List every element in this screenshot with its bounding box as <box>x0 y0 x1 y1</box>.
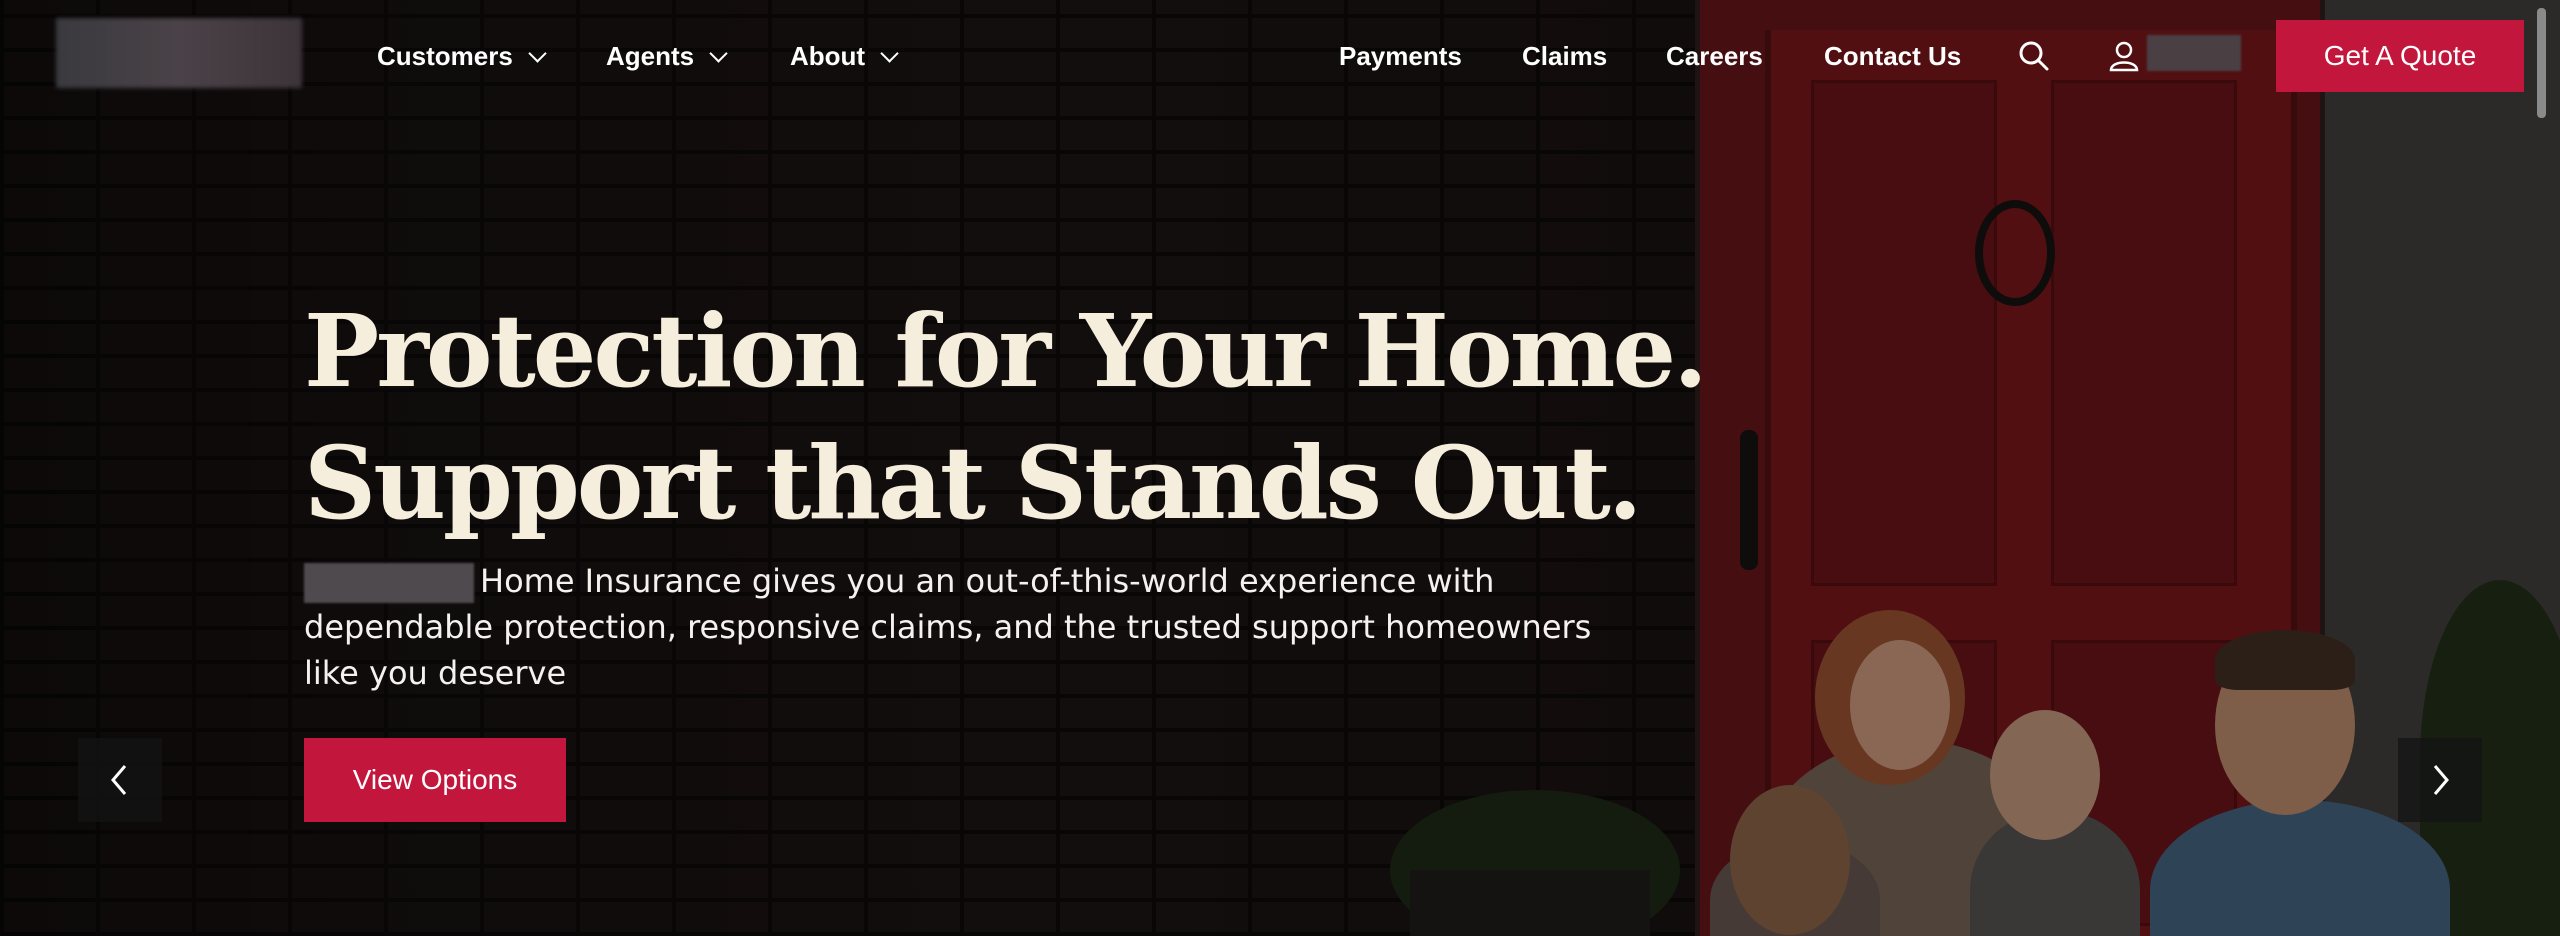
headline-line-2: Support that Stands Out. <box>304 424 1643 542</box>
search-button[interactable] <box>2014 36 2054 76</box>
hero-subtext-block: Home Insurance gives you an out-of-this-… <box>304 558 1604 696</box>
chevron-down-icon <box>880 43 899 63</box>
nav-about[interactable]: About <box>790 38 899 74</box>
nav-claims[interactable]: Claims <box>1522 38 1607 74</box>
user-icon <box>2109 41 2139 72</box>
nav-customers[interactable]: Customers <box>377 38 547 74</box>
chevron-right-icon <box>2433 765 2449 795</box>
carousel-next-button[interactable] <box>2398 738 2482 822</box>
logo[interactable] <box>56 18 302 88</box>
nav-careers[interactable]: Careers <box>1666 38 1763 74</box>
nav-agents-label: Agents <box>606 40 695 71</box>
nav-claims-label: Claims <box>1522 40 1608 71</box>
view-options-button[interactable]: View Options <box>304 738 566 822</box>
carousel-prev-button[interactable] <box>78 738 162 822</box>
nav-contact-us-label: Contact Us <box>1824 40 1962 71</box>
chevron-left-icon <box>111 765 127 795</box>
scrollbar[interactable] <box>2537 8 2546 118</box>
nav-contact-us[interactable]: Contact Us <box>1824 38 1961 74</box>
nav-agents[interactable]: Agents <box>606 38 728 74</box>
brand-name <box>304 563 474 603</box>
search-icon <box>2019 41 2049 71</box>
nav-careers-label: Careers <box>1666 40 1763 71</box>
account-button[interactable] <box>2104 36 2144 76</box>
chevron-down-icon <box>528 43 547 63</box>
chevron-down-icon <box>709 43 728 63</box>
nav-about-label: About <box>790 40 866 71</box>
nav-customers-label: Customers <box>377 40 513 71</box>
get-a-quote-button[interactable]: Get A Quote <box>2276 20 2524 92</box>
headline-line-1: Protection for Your Home. <box>304 292 1708 410</box>
account-name[interactable] <box>2147 35 2241 71</box>
hero-subtext: Home Insurance gives you an out-of-this-… <box>304 562 1592 692</box>
hero-headline: Protection for Your Home. Support that S… <box>304 285 1708 549</box>
nav-payments[interactable]: Payments <box>1339 38 1462 74</box>
nav-payments-label: Payments <box>1339 40 1462 71</box>
